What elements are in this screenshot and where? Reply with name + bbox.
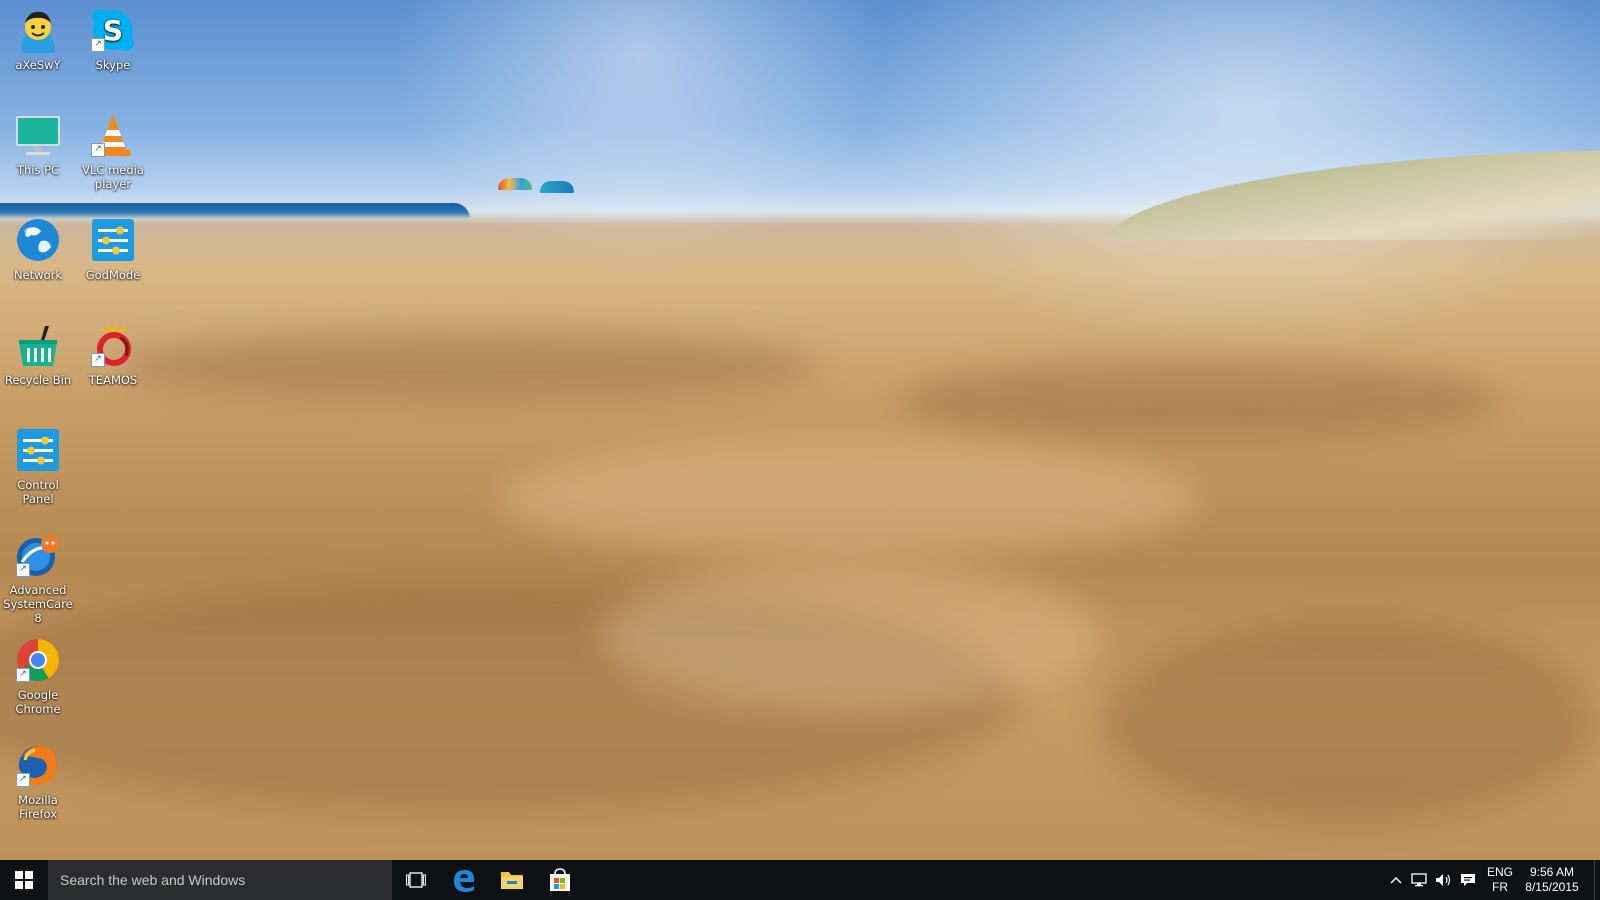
control-panel-icon	[14, 426, 62, 474]
desktop-icon-label: Skype	[95, 58, 131, 72]
desktop-icon-label: Recycle Bin	[4, 373, 72, 387]
wallpaper-dune-highlight	[500, 440, 1200, 560]
desktop-icon-label: Mozilla Firefox	[18, 793, 58, 821]
user-avatar-icon	[14, 6, 62, 54]
desktop-icon-advanced-systemcare[interactable]: ↗ Advanced SystemCare 8	[0, 531, 76, 625]
file-explorer-button[interactable]	[488, 860, 536, 900]
control-panel-icon	[89, 216, 137, 264]
shortcut-arrow-icon: ↗	[16, 773, 30, 787]
desktop-icon-this-pc[interactable]: This PC	[0, 111, 76, 177]
firefox-icon: ↗	[14, 741, 62, 789]
clock-button[interactable]: 9:56 AM 8/15/2015	[1520, 865, 1584, 895]
wallpaper-dune-shadow	[1100, 620, 1600, 820]
lang-primary: ENG	[1486, 865, 1513, 879]
desktop-icon-label: aXeSwY	[15, 58, 61, 72]
chrome-icon: ↗	[14, 636, 62, 684]
action-center-button[interactable]	[1456, 860, 1480, 900]
message-icon	[1461, 874, 1475, 886]
desktop-icon-vlc[interactable]: ↗ VLC media player	[75, 111, 151, 191]
chevron-up-icon	[1390, 877, 1402, 884]
advanced-systemcare-icon: ↗	[14, 531, 62, 579]
wallpaper-umbrella	[498, 178, 532, 190]
edge-button[interactable]	[440, 860, 488, 900]
start-button[interactable]	[0, 860, 48, 900]
desktop-icon-recycle-bin[interactable]: Recycle Bin	[0, 321, 76, 387]
wallpaper-dune-shadow	[120, 330, 820, 400]
file-explorer-icon	[501, 872, 523, 889]
shortcut-arrow-icon: ↗	[91, 38, 105, 52]
desktop-icon-label: VLC media player	[82, 163, 144, 191]
show-desktop-button[interactable]	[1594, 860, 1600, 900]
desktop[interactable]: aXeSwY This PC Network Recycle Bin Contr…	[0, 0, 1600, 900]
recycle-bin-icon	[14, 321, 62, 369]
desktop-icon-network[interactable]: Network	[0, 216, 76, 282]
wallpaper-umbrella	[540, 181, 574, 193]
desktop-icon-label: Network	[13, 268, 63, 282]
desktop-icon-control-panel[interactable]: Control Panel	[0, 426, 76, 506]
vlc-cone-icon: ↗	[89, 111, 137, 159]
desktop-icon-label: Advanced SystemCare 8	[3, 583, 73, 625]
task-view-icon	[406, 872, 426, 888]
network-tray-button[interactable]	[1408, 860, 1432, 900]
desktop-icon-teamos[interactable]: ↗ TEAMOS	[75, 321, 151, 387]
show-hidden-icons-button[interactable]	[1384, 860, 1408, 900]
clock-time: 9:56 AM	[1529, 865, 1575, 879]
shortcut-arrow-icon: ↗	[91, 353, 105, 367]
desktop-icon-label: GodMode	[85, 268, 141, 282]
shortcut-arrow-icon: ↗	[91, 143, 105, 157]
store-button[interactable]	[536, 860, 584, 900]
lang-secondary: FR	[1492, 880, 1508, 894]
desktop-icon-google-chrome[interactable]: ↗ Google Chrome	[0, 636, 76, 716]
system-tray: ENG FR 9:56 AM 8/15/2015	[1384, 860, 1600, 900]
desktop-icon-label: TEAMOS	[88, 373, 138, 387]
task-view-button[interactable]	[392, 860, 440, 900]
network-tray-icon	[1411, 873, 1427, 887]
input-language-button[interactable]: ENG FR	[1480, 865, 1520, 895]
wallpaper-dune-shadow	[900, 360, 1500, 440]
windows-logo-icon	[15, 871, 33, 889]
shortcut-arrow-icon: ↗	[16, 563, 30, 577]
taskbar: Search the web and Windows ENG FR 9:56 A…	[0, 860, 1600, 900]
search-input[interactable]: Search the web and Windows	[48, 860, 392, 900]
clock-date: 8/15/2015	[1525, 880, 1579, 894]
svg-text:S: S	[103, 14, 123, 47]
store-icon	[550, 868, 570, 891]
skype-icon: S ↗	[89, 6, 137, 54]
desktop-icon-axeswy[interactable]: aXeSwY	[0, 6, 76, 72]
desktop-icon-label: This PC	[16, 163, 60, 177]
monitor-icon	[14, 111, 62, 159]
desktop-icon-label: Google Chrome	[15, 688, 61, 716]
network-globe-icon	[14, 216, 62, 264]
desktop-icon-skype[interactable]: S ↗ Skype	[75, 6, 151, 72]
edge-icon	[454, 870, 474, 892]
desktop-icon-godmode[interactable]: GodMode	[75, 216, 151, 282]
teamos-icon: ↗	[89, 321, 137, 369]
desktop-icon-mozilla-firefox[interactable]: ↗ Mozilla Firefox	[0, 741, 76, 821]
speaker-icon	[1436, 874, 1451, 886]
shortcut-arrow-icon: ↗	[16, 668, 30, 682]
wallpaper-dune	[1105, 150, 1600, 240]
search-placeholder: Search the web and Windows	[60, 872, 246, 888]
desktop-icon-label: Control Panel	[17, 478, 59, 506]
wallpaper-dune-highlight	[600, 560, 1100, 710]
volume-button[interactable]	[1432, 860, 1456, 900]
